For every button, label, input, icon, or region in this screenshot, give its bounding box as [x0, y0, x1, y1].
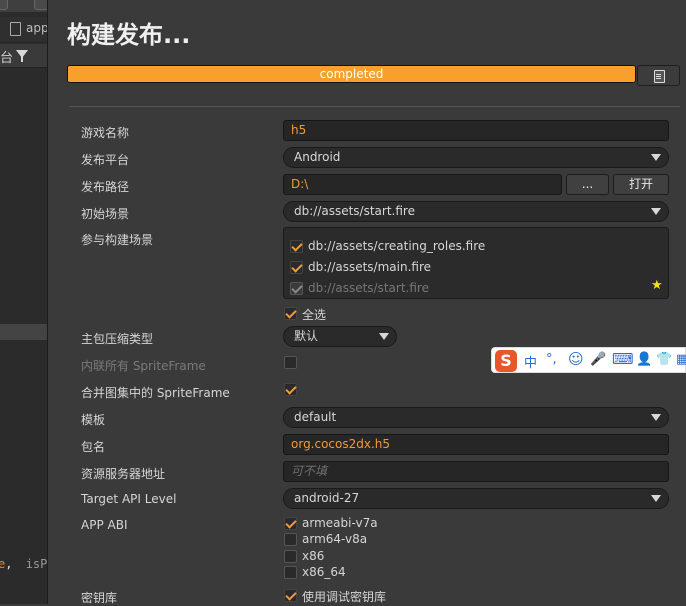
open-button[interactable]: 打开 [613, 174, 669, 195]
game-name-label: 游戏名称 [81, 126, 130, 140]
chevron-down-icon [651, 495, 661, 502]
platform-value: Android [294, 150, 341, 164]
abi-checkbox[interactable] [284, 566, 297, 579]
editor-tab[interactable]: app [0, 17, 48, 41]
merge-spriteframe-label: 合并图集中的 SpriteFrame [81, 386, 230, 400]
browse-button[interactable]: ... [566, 174, 609, 195]
chevron-down-icon [651, 154, 661, 161]
ime-mode-toggle[interactable]: 中 [524, 352, 537, 371]
editor-side-strip: app 台 e, isP [0, 0, 48, 604]
template-select[interactable]: default [283, 407, 669, 428]
inline-spriteframe-label: 内联所有 SpriteFrame [81, 359, 206, 373]
editor-top-bar [0, 0, 47, 12]
user-icon[interactable]: 👤 [636, 352, 652, 367]
chevron-down-icon [651, 414, 661, 421]
code-token: isP [25, 557, 48, 571]
asset-server-label: 资源服务器地址 [81, 467, 166, 481]
app-abi-label: APP ABI [81, 518, 128, 532]
asset-server-input[interactable]: 可不填 [283, 461, 669, 482]
package-name-label: 包名 [81, 440, 106, 454]
platform-select[interactable]: Android [283, 147, 669, 168]
build-log-button[interactable] [637, 65, 680, 86]
file-icon [10, 22, 21, 36]
skin-shirt-icon[interactable]: 👕 [656, 352, 672, 367]
target-api-label: Target API Level [81, 492, 177, 506]
abi-checkbox[interactable] [284, 550, 297, 563]
star-icon: ★ [651, 278, 663, 293]
tab-chip[interactable] [34, 0, 47, 10]
emoji-icon[interactable]: ☺ [568, 350, 584, 368]
target-api-select[interactable]: android-27 [283, 488, 669, 509]
scene-item-label: db://assets/main.fire [308, 260, 432, 274]
compression-select[interactable]: 默认 [283, 326, 397, 347]
chevron-down-icon [651, 208, 661, 215]
toolbox-grid-icon[interactable]: ▦ [676, 352, 686, 367]
abi-checkbox[interactable] [284, 517, 297, 530]
keystore-label: 密钥库 [81, 591, 118, 605]
path-label: 发布路径 [81, 180, 130, 194]
scene-item-label: db://assets/start.fire [308, 281, 429, 295]
keystore-checkbox[interactable] [284, 589, 297, 602]
keystore-checkbox-label: 使用调试密钥库 [302, 590, 387, 604]
package-name-input[interactable]: org.cocos2dx.h5 [283, 434, 669, 455]
glyph-text: 台 [0, 51, 14, 66]
tab-chip[interactable] [0, 0, 8, 10]
merge-spriteframe-checkbox[interactable] [284, 383, 297, 396]
scene-checkbox-disabled [290, 282, 303, 295]
inline-spriteframe-checkbox[interactable] [284, 356, 297, 369]
start-scene-value: db://assets/start.fire [294, 204, 415, 218]
filter-row: 台 [0, 44, 47, 68]
template-label: 模板 [81, 413, 106, 427]
punctuation-icon[interactable]: °, [546, 352, 557, 367]
abi-item-label: x86_64 [302, 565, 346, 579]
start-scene-select[interactable]: db://assets/start.fire [283, 201, 669, 222]
game-name-input[interactable]: h5 [283, 120, 669, 141]
build-scenes-label: 参与构建场景 [81, 233, 154, 247]
keyboard-icon[interactable]: ⌨ [612, 350, 634, 368]
ime-toolbar[interactable]: S 中 °, ☺ 🎤 ⌨ 👤 👕 ▦ [491, 347, 686, 373]
code-token: , [5, 557, 13, 571]
scene-item-label: db://assets/creating_roles.fire [308, 239, 486, 253]
editor-tab-label: app [26, 21, 48, 35]
abi-item-label: armeabi-v7a [302, 516, 378, 530]
compression-value: 默认 [294, 329, 319, 343]
select-all-label: 全选 [302, 308, 327, 322]
template-value: default [294, 410, 337, 424]
chevron-down-icon [379, 333, 389, 340]
path-input[interactable]: D:\ [283, 174, 562, 195]
line-highlight [0, 324, 47, 340]
build-progress-bar: completed [67, 65, 636, 83]
document-icon [654, 70, 665, 83]
abi-item-label: x86 [302, 549, 325, 563]
progress-text: completed [319, 67, 384, 81]
microphone-icon[interactable]: 🎤 [590, 352, 606, 367]
compression-label: 主包压缩类型 [81, 332, 154, 346]
platform-label: 发布平台 [81, 153, 130, 167]
code-snippet: e, isP [0, 557, 47, 571]
target-api-value: android-27 [294, 491, 360, 505]
abi-checkbox[interactable] [284, 533, 297, 546]
divider [69, 106, 680, 107]
ime-logo-icon[interactable]: S [495, 350, 517, 372]
page-title: 构建发布... [67, 21, 191, 49]
abi-item-label: arm64-v8a [302, 532, 368, 546]
select-all-checkbox[interactable] [284, 307, 297, 320]
scene-checkbox[interactable] [290, 240, 303, 253]
filter-icon-stem [21, 56, 23, 62]
scene-checkbox[interactable] [290, 261, 303, 274]
start-scene-label: 初始场景 [81, 207, 130, 221]
